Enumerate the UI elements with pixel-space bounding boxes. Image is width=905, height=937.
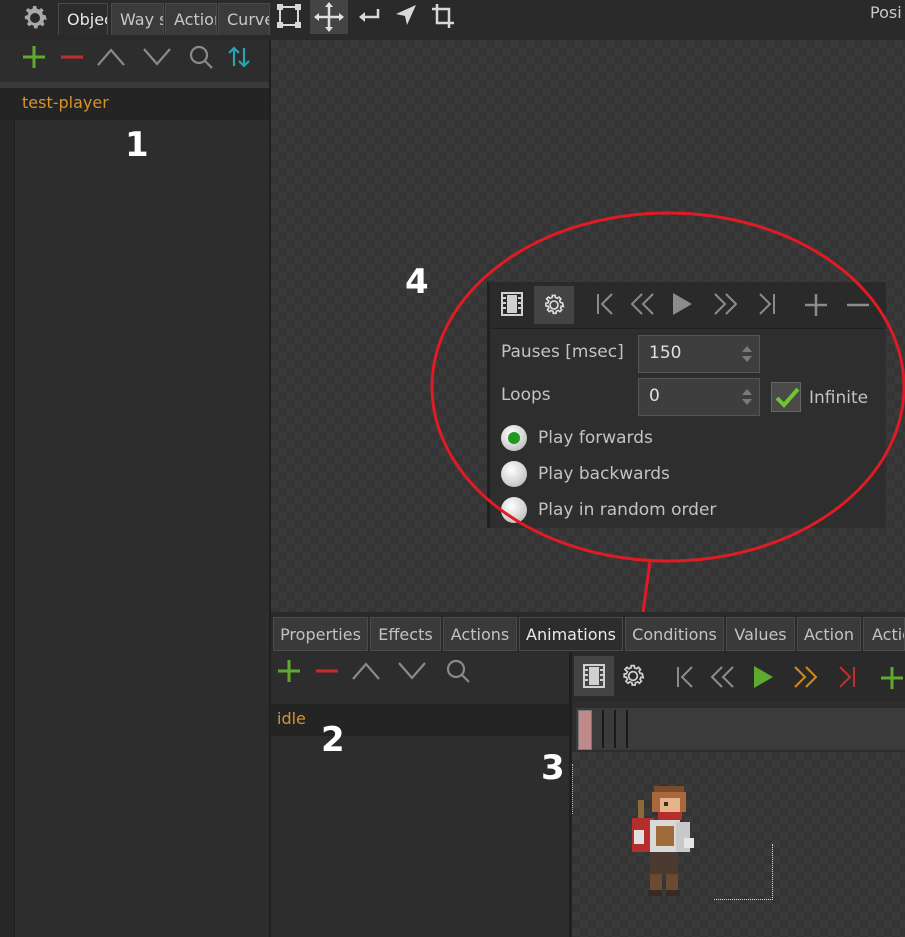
add-icon[interactable] <box>275 657 303 689</box>
position-label: Posi <box>870 3 902 22</box>
play-icon[interactable] <box>670 291 694 321</box>
objects-panel: test-player 1 <box>0 40 269 937</box>
fast-forward-icon[interactable] <box>712 292 740 320</box>
frame-tick <box>614 710 616 748</box>
settings-gear-icon[interactable] <box>620 663 646 693</box>
remove-icon[interactable] <box>313 657 341 689</box>
left-gutter <box>0 88 15 937</box>
move-up-icon[interactable] <box>351 659 381 687</box>
annotation-number-1: 1 <box>125 125 149 165</box>
frame-tick <box>602 710 604 748</box>
remove-icon[interactable] <box>58 43 86 75</box>
sort-icon[interactable] <box>226 44 252 74</box>
film-icon[interactable] <box>574 656 614 696</box>
checkmark-icon <box>775 387 800 408</box>
annotation-number-4: 4 <box>405 262 429 302</box>
pauses-label: Pauses [msec] <box>501 342 624 362</box>
tab-actions[interactable]: Actior <box>165 3 217 35</box>
character-sprite <box>632 786 694 896</box>
tab-actions-bottom[interactable]: Actions <box>443 617 517 651</box>
radio-play-random[interactable] <box>501 497 527 523</box>
tab-waypoints[interactable]: Way s <box>111 3 164 35</box>
radio-play-backwards[interactable] <box>501 461 527 487</box>
loops-spinbox[interactable]: 0 <box>638 378 760 416</box>
rewind-icon[interactable] <box>628 292 656 320</box>
play-icon[interactable] <box>751 664 775 694</box>
annotation-number-2: 2 <box>321 720 345 760</box>
radio-label-forwards: Play forwards <box>538 428 653 448</box>
list-item-label: idle <box>277 709 306 728</box>
pauses-value: 150 <box>649 343 682 363</box>
tab-properties[interactable]: Properties <box>273 617 368 651</box>
loops-value: 0 <box>649 386 660 406</box>
return-icon[interactable] <box>356 5 382 31</box>
rewind-icon[interactable] <box>708 665 736 693</box>
tab-values[interactable]: Values <box>726 617 795 651</box>
remove-frame-icon[interactable] <box>844 291 872 323</box>
top-toolbar: Objec Way s Actior Curves Posi <box>0 0 905 40</box>
list-item[interactable]: test-player <box>0 88 269 120</box>
infinite-checkbox[interactable] <box>771 382 801 412</box>
first-frame-icon[interactable] <box>594 292 616 320</box>
move-down-icon[interactable] <box>397 659 427 687</box>
tab-action[interactable]: Action <box>797 617 861 651</box>
preview-bounds <box>572 764 574 814</box>
last-frame-icon[interactable] <box>836 665 858 693</box>
select-rect-icon[interactable] <box>276 3 302 33</box>
tab-curves[interactable]: Curves <box>218 3 270 35</box>
gear-icon[interactable] <box>20 3 50 37</box>
radio-selected-dot <box>508 432 520 444</box>
infinite-label: Infinite <box>809 388 869 408</box>
radio-play-forwards[interactable] <box>501 425 527 451</box>
frame-tick <box>626 710 628 748</box>
crop-icon[interactable] <box>431 3 455 33</box>
settings-gear-icon[interactable] <box>534 286 574 324</box>
search-icon[interactable] <box>188 44 214 74</box>
pauses-spinbox[interactable]: 150 <box>638 335 760 373</box>
film-icon[interactable] <box>500 291 524 321</box>
animations-list-panel: idle 2 <box>271 652 569 937</box>
animation-editor <box>572 652 905 937</box>
radio-label-backwards: Play backwards <box>538 464 670 484</box>
spin-arrows-icon[interactable] <box>741 387 753 407</box>
list-item[interactable]: idle <box>271 704 569 736</box>
last-frame-icon[interactable] <box>756 292 778 320</box>
loops-label: Loops <box>501 385 551 405</box>
add-frame-icon[interactable] <box>878 664 905 696</box>
add-frame-icon[interactable] <box>802 291 830 323</box>
animation-settings-popup: Pauses [msec] 150 Loops 0 Infinite Play … <box>487 282 886 528</box>
spin-arrows-icon[interactable] <box>741 344 753 364</box>
navigate-icon[interactable] <box>394 3 418 31</box>
first-frame-icon[interactable] <box>674 665 696 693</box>
anim-toolbar <box>572 652 905 702</box>
add-icon[interactable] <box>20 43 48 75</box>
tab-conditions[interactable]: Conditions <box>625 617 724 651</box>
frame-thumbnail[interactable] <box>578 710 592 750</box>
fast-forward-icon[interactable] <box>792 665 820 693</box>
frame-timeline[interactable] <box>576 708 905 750</box>
move-icon[interactable] <box>310 0 348 34</box>
sprite-bounds-corner <box>714 844 773 900</box>
move-down-icon[interactable] <box>142 45 172 73</box>
tab-objects[interactable]: Objec <box>58 3 108 35</box>
search-icon[interactable] <box>445 658 471 688</box>
tab-effects[interactable]: Effects <box>370 617 441 651</box>
list-item-label: test-player <box>22 93 109 112</box>
popup-toolbar <box>490 282 886 329</box>
radio-label-random: Play in random order <box>538 500 717 520</box>
move-up-icon[interactable] <box>96 45 126 73</box>
tab-animations[interactable]: Animations <box>519 617 623 651</box>
tab-actio[interactable]: Actio <box>863 617 905 651</box>
annotation-number-3: 3 <box>541 748 565 788</box>
